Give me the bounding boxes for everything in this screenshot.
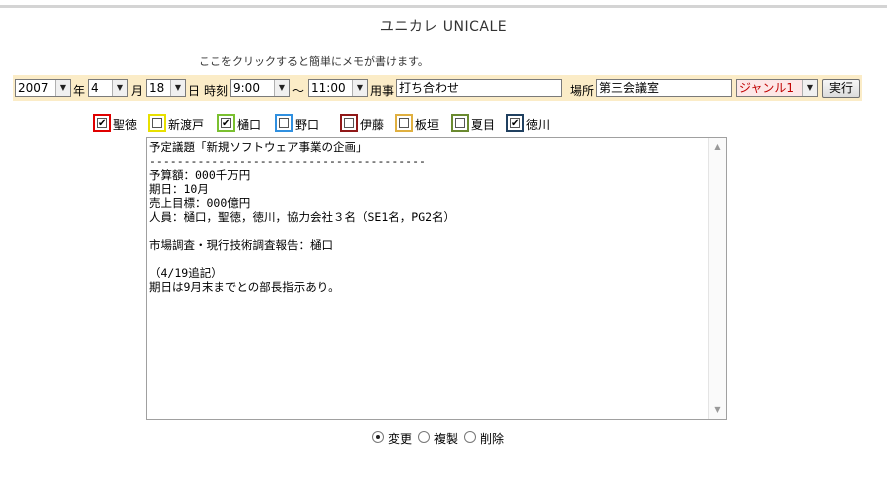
member-label: 板垣 [415, 118, 440, 132]
checkbox[interactable]: ✔ [510, 118, 520, 129]
genre-select[interactable]: ジャンル1 ▼ [736, 79, 818, 97]
radio-label: 変更 [388, 432, 413, 446]
chevron-down-icon: ▼ [55, 80, 70, 96]
quick-memo-link[interactable]: ここをクリックすると簡単にメモが書けます。 [199, 53, 429, 69]
member-color-frame: ✔ [217, 114, 235, 132]
year-value: 2007 [18, 81, 49, 95]
radio-button[interactable] [418, 431, 430, 443]
execute-button[interactable]: 実行 [822, 79, 860, 98]
radio-label: 削除 [480, 432, 505, 446]
year-unit: 年 [73, 84, 86, 98]
member-label: 徳川 [526, 118, 551, 132]
checkbox[interactable]: ✔ [221, 118, 231, 129]
member-color-frame: ✔ [93, 114, 111, 132]
chevron-down-icon: ▼ [274, 80, 289, 96]
checkbox[interactable] [399, 118, 409, 128]
member-color-frame [395, 114, 413, 132]
month-select[interactable]: 4 ▼ [88, 79, 128, 97]
time-separator: ～ [292, 84, 305, 98]
scroll-down-icon[interactable]: ▼ [710, 403, 725, 417]
time-label: 時刻 [204, 84, 229, 98]
subject-input[interactable]: 打ち合わせ [396, 79, 562, 97]
member-label: 夏目 [471, 118, 496, 132]
radio-button[interactable] [464, 431, 476, 443]
month-value: 4 [91, 81, 99, 95]
year-select[interactable]: 2007 ▼ [15, 79, 71, 97]
member-color-frame [148, 114, 166, 132]
member-color-frame [451, 114, 469, 132]
memo-content: 予定議題「新規ソフトウェア事業の企画」 --------------------… [149, 140, 456, 294]
end-time-value: 11:00 [311, 81, 346, 95]
chevron-down-icon: ▼ [112, 80, 127, 96]
chevron-down-icon: ▼ [170, 80, 185, 96]
member-label: 伊藤 [360, 118, 385, 132]
schedule-form-bar: 2007 ▼ 年 4 ▼ 月 18 ▼ 日 時刻 9:00 ▼ ～ 11:00 … [13, 75, 862, 101]
checkbox[interactable]: ✔ [97, 118, 107, 129]
member-color-frame [275, 114, 293, 132]
scroll-up-icon[interactable]: ▲ [710, 140, 725, 154]
place-input[interactable]: 第三会議室 [596, 79, 732, 97]
month-unit: 月 [131, 84, 144, 98]
checkbox[interactable] [279, 118, 289, 128]
genre-value: ジャンル1 [739, 81, 795, 95]
day-select[interactable]: 18 ▼ [146, 79, 186, 97]
end-time-select[interactable]: 11:00 ▼ [308, 79, 368, 97]
member-color-frame: ✔ [506, 114, 524, 132]
checkbox[interactable] [152, 118, 162, 128]
day-value: 18 [149, 81, 165, 95]
member-label: 樋口 [237, 118, 262, 132]
radio-button[interactable] [372, 431, 384, 443]
page-title: ユニカレ UNICALE [379, 19, 508, 35]
subject-label: 用事 [370, 84, 395, 98]
checkbox[interactable] [455, 118, 465, 128]
checkbox[interactable] [344, 118, 354, 128]
place-label: 場所 [570, 84, 595, 98]
day-unit: 日 [188, 84, 201, 98]
member-color-frame [340, 114, 358, 132]
start-time-select[interactable]: 9:00 ▼ [230, 79, 290, 97]
member-label: 聖徳 [113, 118, 138, 132]
memo-scrollbar[interactable]: ▲ ▼ [708, 138, 726, 419]
chevron-down-icon: ▼ [802, 80, 817, 96]
radio-label: 複製 [434, 432, 459, 446]
top-divider [0, 5, 887, 8]
memo-textarea[interactable]: 予定議題「新規ソフトウェア事業の企画」 --------------------… [146, 137, 727, 420]
member-label: 野口 [295, 118, 320, 132]
chevron-down-icon: ▼ [352, 80, 367, 96]
start-time-value: 9:00 [233, 81, 260, 95]
member-label: 新渡戸 [168, 118, 205, 132]
